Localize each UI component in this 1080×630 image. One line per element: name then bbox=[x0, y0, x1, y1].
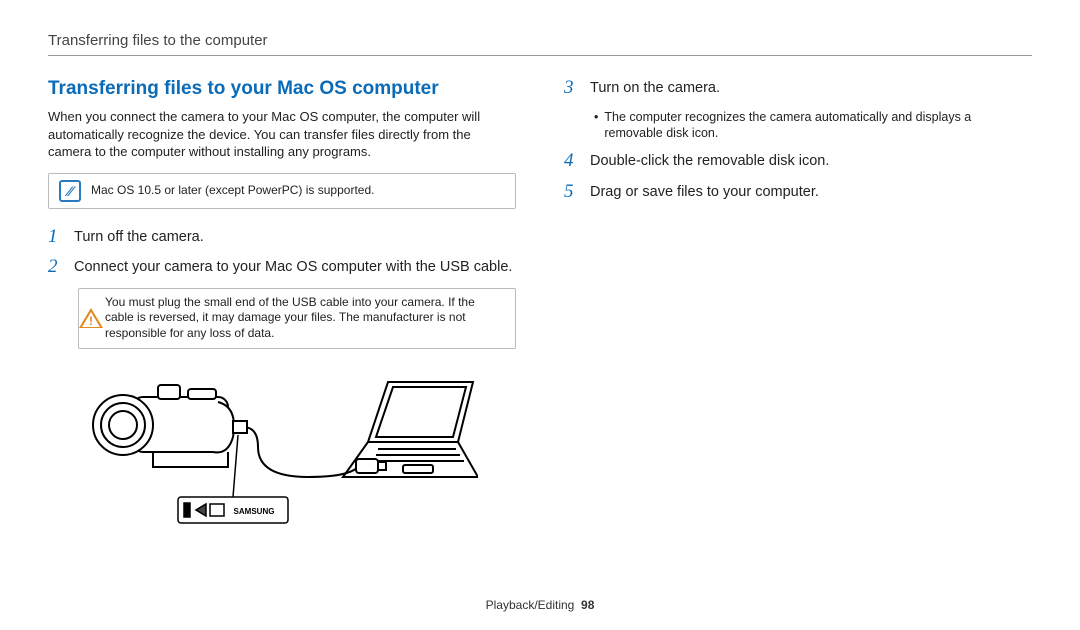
step-1: 1 Turn off the camera. bbox=[48, 227, 516, 248]
step-text: Double-click the removable disk icon. bbox=[590, 151, 829, 172]
step-text: Drag or save files to your computer. bbox=[590, 182, 819, 203]
connection-illustration: SAMSUNG bbox=[78, 367, 516, 542]
page-footer: Playback/Editing 98 bbox=[0, 598, 1080, 612]
content-columns: Transferring files to your Mac OS comput… bbox=[48, 78, 1032, 542]
footer-section: Playback/Editing bbox=[486, 598, 575, 612]
info-note-text: Mac OS 10.5 or later (except PowerPC) is… bbox=[91, 183, 374, 199]
step-text: Connect your camera to your Mac OS compu… bbox=[74, 257, 512, 278]
right-column: 3 Turn on the camera. • The computer rec… bbox=[564, 78, 1032, 542]
info-icon: ⁄⁄ bbox=[59, 180, 81, 202]
step-5: 5 Drag or save files to your computer. bbox=[564, 182, 1032, 203]
warning-note-box: ! You must plug the small end of the USB… bbox=[78, 288, 516, 349]
info-note-box: ⁄⁄ Mac OS 10.5 or later (except PowerPC)… bbox=[48, 173, 516, 209]
footer-page-number: 98 bbox=[581, 598, 594, 612]
step-number: 3 bbox=[564, 78, 582, 97]
step-number: 4 bbox=[564, 151, 582, 170]
step-number: 2 bbox=[48, 257, 66, 276]
connector-brand-label: SAMSUNG bbox=[234, 507, 275, 516]
page-header: Transferring files to the computer bbox=[48, 32, 1032, 56]
step-text: Turn off the camera. bbox=[74, 227, 204, 248]
left-column: Transferring files to your Mac OS comput… bbox=[48, 78, 516, 542]
intro-paragraph: When you connect the camera to your Mac … bbox=[48, 108, 516, 161]
step-3-substep: • The computer recognizes the camera aut… bbox=[594, 109, 1032, 142]
substep-text: The computer recognizes the camera autom… bbox=[604, 109, 1032, 142]
step-number: 5 bbox=[564, 182, 582, 201]
step-text: Turn on the camera. bbox=[590, 78, 720, 99]
step-number: 1 bbox=[48, 227, 66, 246]
step-4: 4 Double-click the removable disk icon. bbox=[564, 151, 1032, 172]
bullet-icon: • bbox=[594, 109, 598, 142]
step-3: 3 Turn on the camera. bbox=[564, 78, 1032, 99]
warning-note-text: You must plug the small end of the USB c… bbox=[105, 295, 505, 342]
step-2: 2 Connect your camera to your Mac OS com… bbox=[48, 257, 516, 278]
section-title: Transferring files to your Mac OS comput… bbox=[48, 78, 516, 100]
